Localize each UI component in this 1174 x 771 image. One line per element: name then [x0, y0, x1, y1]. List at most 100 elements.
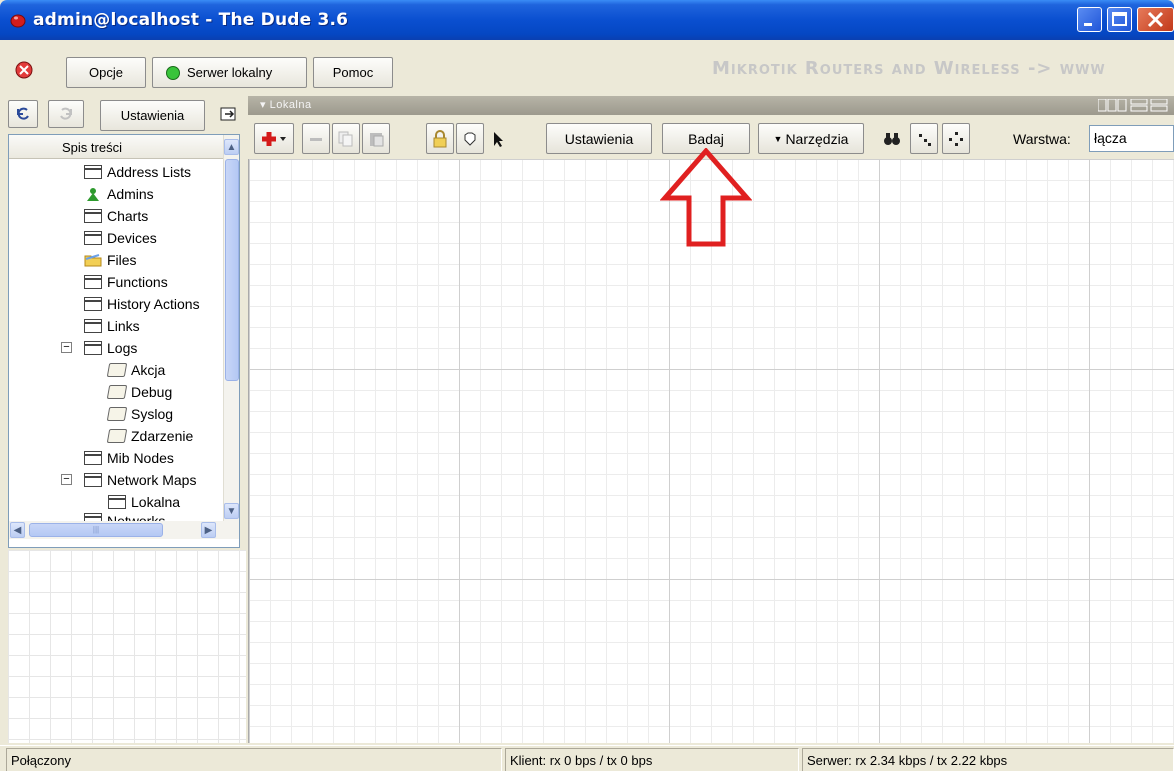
window-icon	[84, 451, 102, 465]
tools-label: Narzędzia	[785, 130, 849, 147]
scroll-left-icon[interactable]: ◀	[10, 522, 25, 538]
scroll-up-icon[interactable]: ▲	[224, 139, 239, 155]
tree-item-admins[interactable]: Admins	[84, 183, 154, 205]
auto-layout-button[interactable]	[942, 123, 970, 154]
tree-header: Spis treści	[9, 135, 223, 159]
window-icon	[108, 495, 126, 509]
scroll-right-icon[interactable]: ▶	[201, 522, 216, 538]
window-icon	[84, 275, 102, 289]
left-settings-button[interactable]: Ustawienia	[100, 100, 205, 131]
add-item-button[interactable]	[254, 123, 294, 154]
map-tab-title: ▾ Lokalna	[260, 99, 312, 111]
add-plus-icon	[262, 131, 286, 146]
tree-item-map-local[interactable]: Lokalna	[108, 491, 180, 513]
discover-label: Badaj	[688, 130, 724, 147]
remove-button[interactable]	[302, 123, 330, 154]
tree-item-address-lists[interactable]: Address Lists	[84, 161, 191, 183]
tree-item-log-syslog[interactable]: Syslog	[106, 403, 174, 425]
window-icon	[84, 165, 102, 179]
tree-item-label: Functions	[107, 274, 168, 290]
forward-button[interactable]	[48, 100, 84, 128]
scatter-layout-icon	[919, 133, 931, 146]
copy-icon	[338, 131, 353, 146]
find-button[interactable]	[878, 123, 906, 154]
collapse-logs-toggle[interactable]: −	[61, 342, 72, 353]
tree-item-history-actions[interactable]: History Actions	[84, 293, 200, 315]
tree-item-label: Syslog	[131, 406, 174, 422]
paste-button[interactable]	[362, 123, 390, 154]
tools-dropdown-button[interactable]: ▼ Narzędzia	[758, 123, 864, 154]
options-label: Opcje	[89, 65, 123, 80]
admin-user-icon	[87, 188, 99, 201]
left-toolbar: Ustawienia	[0, 96, 246, 132]
contents-tree: Address Lists Admins Charts Devices File…	[9, 161, 223, 521]
layout-switch-icon[interactable]	[1098, 99, 1172, 112]
tree-hscroll-thumb[interactable]: |||	[29, 523, 163, 537]
status-green-icon	[166, 65, 180, 80]
title-bar: admin@localhost - The Dude 3.6	[0, 0, 1174, 40]
tree-item-charts[interactable]: Charts	[84, 205, 148, 227]
disconnect-button[interactable]	[5, 56, 43, 84]
tree-item-log-action[interactable]: Akcja	[106, 359, 166, 381]
tree-item-label: Logs	[107, 340, 138, 356]
tree-item-label: Links	[107, 318, 140, 334]
tree-item-label: Charts	[107, 208, 149, 224]
minus-icon	[310, 137, 322, 141]
window-title: admin@localhost - The Dude 3.6	[33, 10, 349, 30]
tree-item-label: Akcja	[131, 362, 166, 378]
tree-item-label: Admins	[107, 186, 154, 202]
log-icon	[106, 385, 128, 399]
copy-button[interactable]	[332, 123, 360, 154]
detach-button[interactable]	[214, 100, 244, 128]
layer-label: Warstwa:	[1013, 131, 1071, 147]
help-menu-button[interactable]: Pomoc	[313, 57, 393, 88]
window-icon	[84, 513, 102, 521]
detach-window-icon	[220, 107, 236, 121]
local-server-button[interactable]: Serwer lokalny	[152, 57, 307, 88]
maximize-button[interactable]	[1107, 7, 1132, 32]
red-annotation-arrow-icon	[660, 148, 752, 247]
tree-item-label: Address Lists	[107, 164, 192, 180]
select-pointer-button[interactable]	[484, 123, 512, 154]
layer-select[interactable]: łącza	[1089, 125, 1174, 152]
tree-item-log-event[interactable]: Zdarzenie	[106, 425, 193, 447]
tree-item-log-debug[interactable]: Debug	[106, 381, 173, 403]
close-button[interactable]	[1137, 7, 1174, 32]
window-icon	[84, 297, 102, 311]
tree-item-networks[interactable]: Networks	[84, 513, 165, 521]
window-icon	[84, 473, 102, 487]
left-lower-panel	[8, 550, 246, 743]
minimize-icon	[1084, 23, 1092, 26]
tree-item-label: History Actions	[107, 296, 200, 312]
tree-item-files[interactable]: Files	[84, 249, 137, 271]
tree-item-label: Lokalna	[131, 494, 181, 510]
map-tab-header: ▾ Lokalna	[248, 96, 1174, 115]
options-menu-button[interactable]: Opcje	[66, 57, 146, 88]
pan-hand-button[interactable]	[456, 123, 484, 154]
tree-item-network-maps[interactable]: Network Maps	[84, 469, 196, 491]
tree-item-functions[interactable]: Functions	[84, 271, 168, 293]
scroll-down-icon[interactable]: ▼	[224, 503, 239, 519]
tree-item-mib-nodes[interactable]: Mib Nodes	[84, 447, 174, 469]
paste-icon	[370, 132, 384, 146]
tree-item-links[interactable]: Links	[84, 315, 140, 337]
tree-vertical-scrollbar[interactable]: ▲ ▼	[223, 135, 239, 521]
tree-item-label: Network Maps	[107, 472, 197, 488]
back-button[interactable]	[8, 100, 38, 128]
pointer-arrow-icon	[494, 131, 503, 147]
tree-scroll-thumb[interactable]	[225, 159, 239, 381]
contents-tree-panel: Spis treści Address Lists Admins Charts …	[8, 134, 240, 548]
collapse-network-maps-toggle[interactable]: −	[61, 474, 72, 485]
log-icon	[106, 407, 128, 421]
status-bar: Połączony Klient: rx 0 bps / tx 0 bps Se…	[0, 745, 1174, 771]
arrange-links-button[interactable]	[910, 123, 938, 154]
brand-banner: Mikrotik Routers and Wireless -> www	[712, 58, 1106, 79]
lock-button[interactable]	[426, 123, 454, 154]
tree-item-label: Debug	[131, 384, 173, 400]
tree-item-logs[interactable]: Logs	[84, 337, 137, 359]
layer-select-value: łącza	[1094, 130, 1127, 146]
minimize-button[interactable]	[1077, 7, 1102, 32]
tree-item-devices[interactable]: Devices	[84, 227, 157, 249]
map-settings-button[interactable]: Ustawienia	[546, 123, 652, 154]
tree-horizontal-scrollbar[interactable]: ◀ ||| ▶	[9, 521, 239, 539]
